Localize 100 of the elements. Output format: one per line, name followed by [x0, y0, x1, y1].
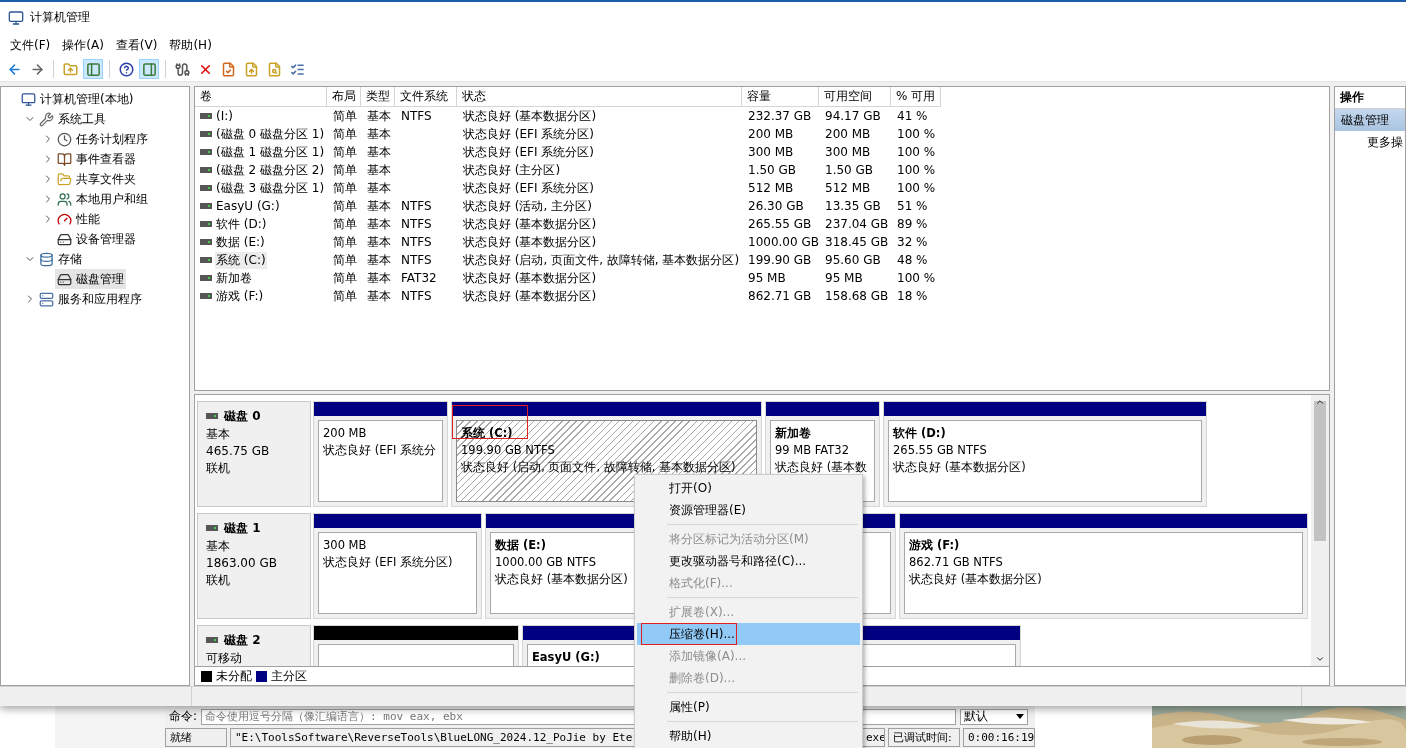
table-cell: 简单 [332, 215, 358, 233]
table-cell: 基本 [366, 287, 392, 305]
disk-status: 联机 [206, 460, 231, 477]
partition-name: 新加卷 [775, 425, 811, 442]
table-cell: 51 % [896, 199, 929, 213]
table-cell: 1000.00 GB [747, 235, 820, 249]
disk-status: 联机 [206, 572, 231, 589]
partition-size: 265.55 GB NTFS [893, 442, 987, 459]
timer-label: 已调试时间: [888, 728, 960, 747]
table-cell: 基本 [366, 143, 392, 161]
table-cell: 100 % [896, 145, 937, 159]
table-cell: 232.37 GB [747, 109, 813, 123]
table-cell: 95 MB [824, 271, 864, 285]
table-cell: 95.60 GB [824, 253, 882, 267]
partition-status: 状态良好 (基本数 [775, 459, 868, 476]
table-cell: 基本 [366, 233, 392, 251]
table-cell: NTFS [400, 235, 433, 249]
table-cell: 18 % [896, 289, 929, 303]
disk-name: 磁盘 2 [224, 631, 261, 649]
table-cell: 简单 [332, 143, 358, 161]
table-cell: 状态良好 (基本数据分区) [462, 287, 598, 305]
table-cell: 简单 [332, 161, 358, 179]
timer-value: 0:00:16:19 [963, 728, 1035, 747]
table-cell: 状态良好 (基本数据分区) [462, 107, 598, 125]
table-cell: NTFS [400, 289, 433, 303]
partition-name: 系统 (C:) [461, 425, 513, 442]
partition-status: 状态良好 (启动, 页面文件, 故障转储, 基本数据分区) [461, 459, 736, 476]
table-cell: 48 % [896, 253, 929, 267]
partition-name: 软件 (D:) [893, 425, 946, 442]
table-cell: 1.50 GB [824, 163, 875, 177]
tree-label: 系统工具 [58, 110, 106, 128]
table-cell: 基本 [366, 251, 392, 269]
table-cell: 状态良好 (活动, 主分区) [462, 197, 593, 215]
tree-label: 磁盘管理 [76, 270, 124, 288]
tree-label: 任务计划程序 [76, 130, 148, 148]
table-cell: 简单 [332, 251, 358, 269]
table-cell: 基本 [366, 161, 392, 179]
disk-name: 磁盘 0 [224, 407, 261, 425]
table-cell: 状态良好 (主分区) [462, 161, 562, 179]
table-cell: 300 MB [747, 145, 795, 159]
table-cell: NTFS [400, 253, 433, 267]
table-cell: 100 % [896, 127, 937, 141]
table-cell: NTFS [400, 109, 433, 123]
partition-status: 状态良好 (基本数据分区) [495, 571, 628, 588]
table-cell: 41 % [896, 109, 929, 123]
tree-label: 设备管理器 [76, 230, 136, 248]
tree-label: 性能 [76, 210, 100, 228]
tree-label: 共享文件夹 [76, 170, 136, 188]
table-cell: 512 MB [747, 181, 795, 195]
table-cell: 状态良好 (基本数据分区) [462, 269, 598, 287]
tree-label: 本地用户和组 [76, 190, 148, 208]
table-cell: 简单 [332, 197, 358, 215]
table-cell: 13.35 GB [824, 199, 882, 213]
table-cell: 200 MB [824, 127, 872, 141]
disk-type: 基本 [206, 426, 231, 443]
tree-label: 计算机管理(本地) [40, 90, 134, 108]
table-cell: 简单 [332, 125, 358, 143]
table-cell: 简单 [332, 269, 358, 287]
disk-size: 1863.00 GB [206, 555, 278, 572]
partition-name: 数据 (E:) [495, 537, 546, 554]
partition-size: 99 MB FAT32 [775, 442, 849, 459]
command-label: 命令: [168, 708, 198, 725]
disk-name: 磁盘 1 [224, 519, 261, 537]
table-cell: 状态良好 (EFI 系统分区) [462, 179, 595, 197]
table-cell: 862.71 GB [747, 289, 813, 303]
disk-type: 可移动 [206, 650, 243, 666]
partition-size: 300 MB [323, 537, 367, 554]
table-cell: 265.55 GB [747, 217, 813, 231]
tree-label: 事件查看器 [76, 150, 136, 168]
partition-status: 状态良好 (EFI 系统分区) [323, 554, 453, 571]
legend-label: 主分区 [271, 667, 307, 685]
table-cell: 300 MB [824, 145, 872, 159]
tree-label: 服务和应用程序 [58, 290, 142, 308]
table-cell: 318.45 GB [824, 235, 890, 249]
partition-status: 状态良好 (EFI 系统分 [323, 442, 437, 459]
table-cell: NTFS [400, 199, 433, 213]
table-cell: 94.17 GB [824, 109, 882, 123]
table-cell: 状态良好 (EFI 系统分区) [462, 143, 595, 161]
disk-size: 465.75 GB [206, 443, 271, 460]
table-cell: 状态良好 (基本数据分区) [462, 215, 598, 233]
table-cell: 95 MB [747, 271, 787, 285]
status-text: 就绪 [165, 728, 227, 747]
table-cell: 基本 [366, 269, 392, 287]
table-cell: 基本 [366, 179, 392, 197]
tree-label: 存储 [58, 250, 82, 268]
table-cell: 199.90 GB [747, 253, 813, 267]
table-cell: 158.68 GB [824, 289, 890, 303]
partition-size: 1000.00 GB NTFS [495, 554, 596, 571]
table-cell: 237.04 GB [824, 217, 890, 231]
table-cell: 状态良好 (基本数据分区) [462, 233, 598, 251]
partition-status: 状态良好 (基本数据分区) [893, 459, 1026, 476]
legend-label: 未分配 [216, 667, 252, 685]
table-cell: 200 MB [747, 127, 795, 141]
partition-size: 200 MB [323, 425, 367, 442]
table-cell: 状态良好 (启动, 页面文件, 故障转储, 基本数据分区) [462, 251, 741, 269]
window-title: 计算机管理 [30, 9, 90, 26]
table-cell: 1.50 GB [747, 163, 798, 177]
partition-size: 862.71 GB NTFS [909, 554, 1003, 571]
table-cell: 基本 [366, 125, 392, 143]
table-cell: 100 % [896, 163, 937, 177]
